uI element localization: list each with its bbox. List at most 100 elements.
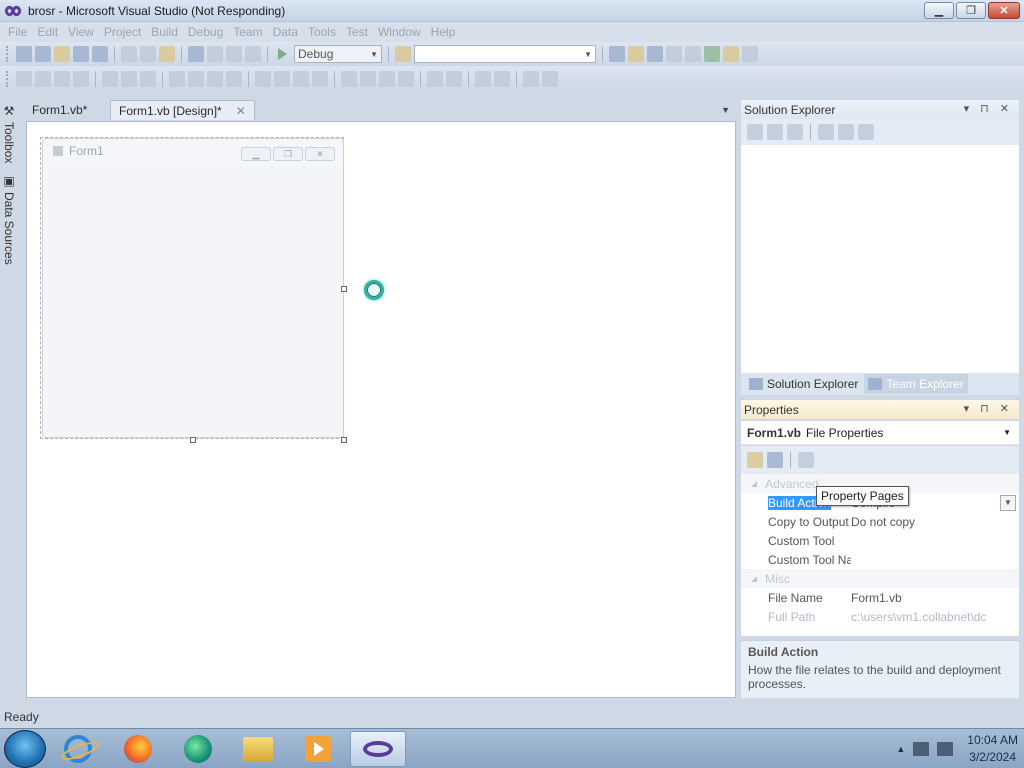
object-browser-icon[interactable]	[647, 46, 663, 62]
show-hidden-icons-icon[interactable]: ▲	[896, 744, 905, 754]
taskbar-file-explorer[interactable]	[230, 731, 286, 767]
form-client-area[interactable]	[49, 167, 337, 431]
tab-order-icon[interactable]	[523, 71, 539, 87]
paste-icon[interactable]	[159, 46, 175, 62]
tabs-dropdown-icon[interactable]: ▼	[721, 105, 730, 115]
toolbar-grip[interactable]	[6, 46, 9, 62]
category-misc[interactable]: ◢ Misc	[741, 569, 1019, 588]
align-rights-icon[interactable]	[73, 71, 89, 87]
start-debugging-icon[interactable]	[278, 48, 287, 60]
find-combo[interactable]: ▼	[414, 45, 596, 63]
refresh-icon[interactable]	[787, 124, 803, 140]
tab-form1-design[interactable]: Form1.vb [Design]* ✕	[110, 100, 255, 120]
start-button[interactable]	[4, 729, 46, 768]
new-project-icon[interactable]	[16, 46, 32, 62]
property-row-copy-to-output[interactable]: Copy to Output Directory Do not copy	[741, 512, 1019, 531]
find-in-files-icon[interactable]	[395, 46, 411, 62]
align-centers-icon[interactable]	[54, 71, 70, 87]
align-middles-icon[interactable]	[121, 71, 137, 87]
network-icon[interactable]	[913, 742, 930, 756]
align-bottoms-icon[interactable]	[140, 71, 156, 87]
form1-window[interactable]: Form1 ▁ ❐ ✕	[42, 138, 344, 438]
tab-solution-explorer[interactable]: Solution Explorer	[745, 374, 862, 394]
cut-icon[interactable]	[121, 46, 137, 62]
form-designer-surface[interactable]: Form1 ▁ ❐ ✕	[26, 121, 736, 698]
align-lefts-icon[interactable]	[35, 71, 51, 87]
menu-data[interactable]: Data	[268, 25, 303, 39]
object-selector[interactable]: Form1.vb File Properties ▼	[741, 421, 1019, 445]
property-value[interactable]: Do not copy	[851, 515, 1019, 529]
vertical-spacing-equal-icon[interactable]	[341, 71, 357, 87]
clock[interactable]: 10:04 AM 3/2/2024	[967, 732, 1018, 766]
taskbar-media-player[interactable]	[290, 731, 346, 767]
increase-horizontal-spacing-icon[interactable]	[274, 71, 290, 87]
align-to-grid-icon[interactable]	[16, 71, 32, 87]
close-button[interactable]: ✕	[988, 2, 1020, 19]
save-all-icon[interactable]	[92, 46, 108, 62]
collapse-icon[interactable]: ◢	[751, 574, 757, 583]
taskbar-visual-studio[interactable]	[350, 730, 406, 767]
menu-build[interactable]: Build	[146, 25, 183, 39]
volume-muted-icon[interactable]	[937, 742, 954, 756]
data-sources-icon[interactable]: ▣	[2, 174, 16, 188]
copy-icon[interactable]	[140, 46, 156, 62]
taskbar-edge[interactable]	[170, 731, 226, 767]
menu-project[interactable]: Project	[99, 25, 146, 39]
menu-edit[interactable]: Edit	[32, 25, 63, 39]
undo-icon[interactable]	[188, 46, 204, 62]
property-row-custom-tool-namespace[interactable]: Custom Tool Namespace	[741, 550, 1019, 569]
close-icon[interactable]: ✕	[236, 104, 246, 118]
start-page-icon[interactable]	[704, 46, 720, 62]
navigate-backward-icon[interactable]	[226, 46, 242, 62]
extensions-icon[interactable]	[685, 46, 701, 62]
categorized-icon[interactable]	[747, 452, 763, 468]
collapse-icon[interactable]: ◢	[751, 479, 757, 488]
decrease-horizontal-spacing-icon[interactable]	[293, 71, 309, 87]
menu-file[interactable]: File	[3, 25, 32, 39]
send-to-back-icon[interactable]	[494, 71, 510, 87]
view-class-diagram-icon[interactable]	[858, 124, 874, 140]
properties-icon[interactable]	[747, 124, 763, 140]
tab-team-explorer[interactable]: Team Explorer	[864, 374, 968, 394]
align-tops-icon[interactable]	[102, 71, 118, 87]
remove-vertical-spacing-icon[interactable]	[398, 71, 414, 87]
toolbox-pin-icon[interactable]: ⚒	[2, 104, 16, 118]
solution-tree[interactable]	[741, 145, 1019, 373]
view-code-icon[interactable]	[818, 124, 834, 140]
tab-form1-vb[interactable]: Form1.vb*	[24, 100, 95, 120]
chevron-down-icon[interactable]: ▼	[1000, 494, 1016, 511]
menu-debug[interactable]: Debug	[183, 25, 228, 39]
panel-window-buttons[interactable]: ▾ ⊓ ✕	[964, 102, 1013, 115]
menu-help[interactable]: Help	[426, 25, 461, 39]
make-same-width-icon[interactable]	[169, 71, 185, 87]
restore-button[interactable]: ❐	[956, 2, 986, 19]
property-pages-icon[interactable]	[798, 452, 814, 468]
solution-configuration-combo[interactable]: Debug ▼	[294, 45, 382, 63]
save-icon[interactable]	[73, 46, 89, 62]
resize-handle-bottom[interactable]	[190, 437, 196, 443]
decrease-vertical-spacing-icon[interactable]	[379, 71, 395, 87]
data-sources-tab[interactable]: Data Sources	[2, 192, 16, 265]
open-file-icon[interactable]	[54, 46, 70, 62]
team-explorer-icon[interactable]	[723, 46, 739, 62]
property-row-file-name[interactable]: File Name Form1.vb	[741, 588, 1019, 607]
menu-view[interactable]: View	[63, 25, 99, 39]
toolbox-icon[interactable]	[666, 46, 682, 62]
solution-explorer-icon[interactable]	[609, 46, 625, 62]
property-value[interactable]: Form1.vb	[851, 591, 1019, 605]
alphabetical-icon[interactable]	[767, 452, 783, 468]
panel-window-buttons[interactable]: ▾ ⊓ ✕	[964, 402, 1013, 415]
increase-vertical-spacing-icon[interactable]	[360, 71, 376, 87]
menu-window[interactable]: Window	[373, 25, 426, 39]
redo-icon[interactable]	[207, 46, 223, 62]
taskbar-firefox[interactable]	[110, 731, 166, 767]
minimize-button[interactable]: ▁	[924, 2, 954, 19]
taskbar-internet-explorer[interactable]	[50, 731, 106, 767]
size-to-grid-icon[interactable]	[188, 71, 204, 87]
menu-team[interactable]: Team	[228, 25, 267, 39]
resize-handle-right[interactable]	[341, 286, 347, 292]
make-same-height-icon[interactable]	[207, 71, 223, 87]
horizontal-spacing-equal-icon[interactable]	[255, 71, 271, 87]
toolbox-tab[interactable]: Toolbox	[2, 122, 16, 163]
resize-handle-corner[interactable]	[341, 437, 347, 443]
